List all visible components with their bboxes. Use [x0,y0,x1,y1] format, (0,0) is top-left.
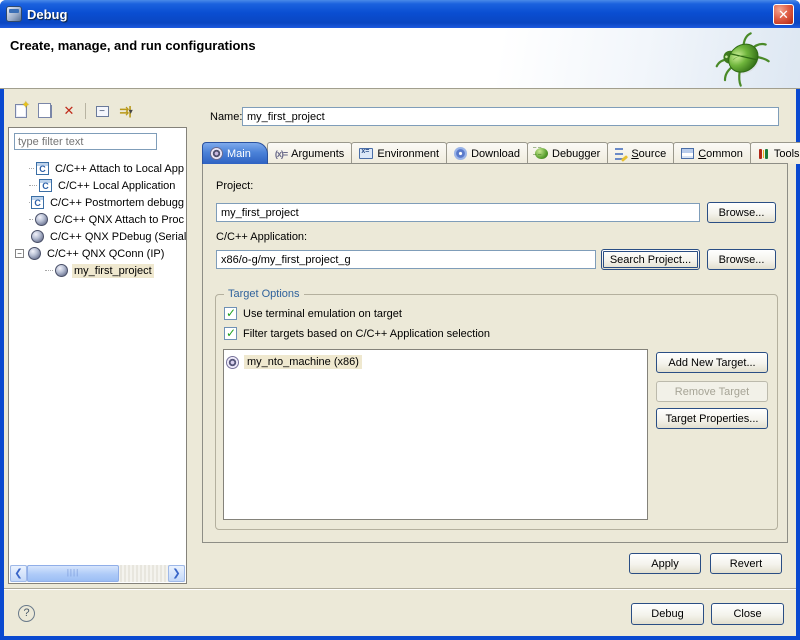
project-browse-button[interactable]: Browse... [707,202,776,223]
tree-horizontal-scrollbar[interactable]: ❮ ❯ [10,565,185,582]
revert-button[interactable]: Revert [710,553,782,574]
filter-targets-checkbox-row[interactable]: Filter targets based on C/C++ Applicatio… [224,327,490,340]
duplicate-configuration-button[interactable] [35,101,55,121]
target-properties-button[interactable]: Target Properties... [656,408,768,429]
name-input[interactable] [242,107,779,126]
tree-item-qnx-pdebug[interactable]: C/C++ QNX PDebug (Serial [9,228,186,245]
delete-configuration-button[interactable]: ✕ [59,101,79,121]
collapse-all-button[interactable]: − [92,101,112,121]
window-title: Debug [27,7,773,22]
tab-source[interactable]: Source [607,142,674,164]
terminal-emulation-checkbox[interactable] [224,307,237,320]
new-configuration-icon: ✦ [15,104,27,118]
search-project-button[interactable]: Search Project... [601,249,700,270]
tab-arguments[interactable]: (x)= Arguments [267,142,352,164]
application-browse-button[interactable]: Browse... [707,249,776,270]
scroll-left-arrow-icon[interactable]: ❮ [10,565,27,582]
launch-config-sidebar: ✦ ✕ − ⇉| ▾ C C/C++ Attac [8,97,187,585]
arguments-tab-icon: (x)= [275,149,287,159]
delete-icon: ✕ [64,103,75,119]
configuration-editor: Name: Main (x)= Arguments Environment Do… [196,97,793,585]
target-options-title: Target Options [224,288,304,300]
duplicate-icon [41,105,52,118]
name-label: Name: [196,111,242,123]
application-input[interactable] [216,250,596,269]
common-tab-icon [681,148,694,159]
beetle-image [700,30,782,88]
configuration-tree: C C/C++ Attach to Local App C C/C++ Loca… [9,160,186,279]
config-tab-bar: Main (x)= Arguments Environment Download… [202,141,788,164]
qnx-target-icon [28,247,41,260]
tree-item-qnx-qconn[interactable]: − C/C++ QNX QConn (IP) [9,245,186,262]
toolbar-separator [85,103,86,119]
tab-environment[interactable]: Environment [351,142,447,164]
collapse-all-icon: − [96,106,109,117]
project-input[interactable] [216,203,700,222]
footer-separator [4,588,796,590]
debug-window-icon [6,6,22,22]
qnx-target-icon [55,264,68,277]
tab-debugger[interactable]: Debugger [527,142,608,164]
new-configuration-button[interactable]: ✦ [11,101,31,121]
configuration-tree-panel: C C/C++ Attach to Local App C C/C++ Loca… [8,127,187,584]
remove-target-button[interactable]: Remove Target [656,381,768,402]
download-tab-icon [454,147,467,160]
target-machine-icon [226,356,239,369]
collapse-expander-icon[interactable]: − [15,249,24,258]
filter-configurations-button[interactable]: ⇉| ▾ [116,101,136,121]
filter-text-input[interactable] [14,133,157,150]
project-label: Project: [216,180,253,192]
tree-item-my-first-project[interactable]: my_first_project [9,262,186,279]
source-tab-icon [615,148,627,160]
dialog-header: Create, manage, and run configurations [0,28,800,89]
scroll-right-arrow-icon[interactable]: ❯ [168,565,185,582]
environment-tab-icon [359,148,373,159]
add-new-target-button[interactable]: Add New Target... [656,352,768,373]
tab-tools[interactable]: Tools [750,142,800,164]
tab-download[interactable]: Download [446,142,528,164]
tab-common[interactable]: Common [673,142,751,164]
target-options-group: Target Options Use terminal emulation on… [215,294,778,530]
sidebar-toolbar: ✦ ✕ − ⇉| ▾ [8,97,187,125]
qnx-target-icon [35,213,48,226]
qnx-target-icon [31,230,44,243]
close-button[interactable]: Close [711,603,784,625]
close-window-button[interactable]: ✕ [773,4,794,25]
tree-item-postmortem[interactable]: C C/C++ Postmortem debugg [9,194,186,211]
debugger-tab-icon [535,148,548,159]
tree-item-local-application[interactable]: C C/C++ Local Application [9,177,186,194]
help-button[interactable]: ? [18,605,35,622]
titlebar[interactable]: Debug ✕ [0,0,800,28]
tools-tab-icon [758,148,770,160]
scrollbar-thumb[interactable] [27,565,119,582]
main-tab-icon [210,147,223,160]
application-label: C/C++ Application: [216,231,307,243]
target-list-item[interactable]: my_nto_machine (x86) [226,354,645,370]
main-tab-content: Project: Browse... C/C++ Application: Se… [202,163,788,543]
filter-targets-checkbox[interactable] [224,327,237,340]
debug-button[interactable]: Debug [631,603,704,625]
filter-dropdown-caret-icon: ▾ [129,107,133,116]
tab-main[interactable]: Main [202,142,268,164]
c-application-icon: C [31,196,44,209]
c-application-icon: C [39,179,52,192]
c-application-icon: C [36,162,49,175]
dialog-header-title: Create, manage, and run configurations [10,38,256,53]
tree-item-attach-local[interactable]: C C/C++ Attach to Local App [9,160,186,177]
target-list[interactable]: my_nto_machine (x86) [223,349,648,520]
apply-button[interactable]: Apply [629,553,701,574]
tree-item-qnx-attach[interactable]: C/C++ QNX Attach to Proc [9,211,186,228]
debug-dialog: Debug ✕ Create, manage, and run configur… [0,0,800,640]
terminal-emulation-checkbox-row[interactable]: Use terminal emulation on target [224,307,402,320]
